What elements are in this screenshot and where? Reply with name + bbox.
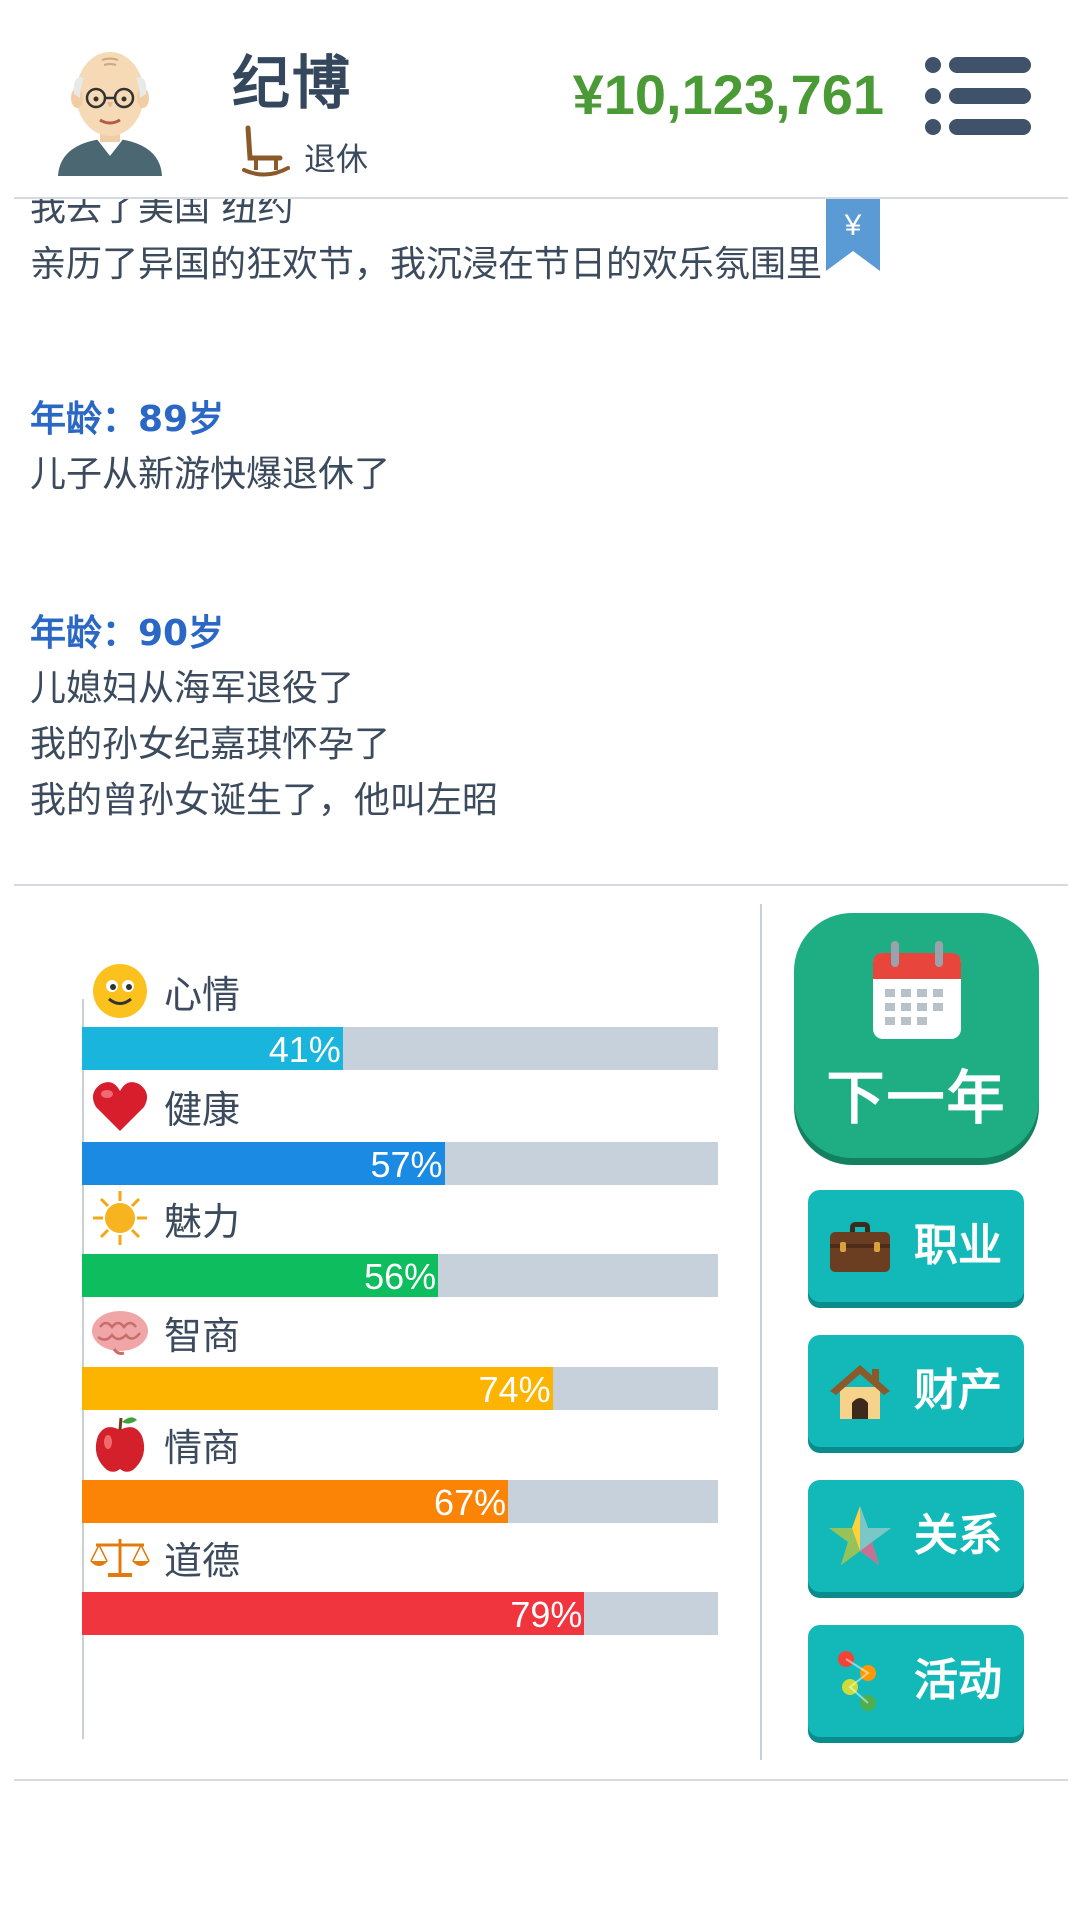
- eq-bar-fill: 67%: [82, 1480, 509, 1523]
- finance-bookmark[interactable]: ¥: [826, 199, 880, 271]
- stat-row-morality: 道德: [90, 1527, 240, 1587]
- log-line: 我的孙女纪嘉琪怀孕了: [30, 724, 391, 765]
- iq-bar-fill: 74%: [82, 1367, 553, 1410]
- header: 纪博 退休 ¥10,123,761: [0, 0, 1080, 198]
- health-value: 57%: [370, 1144, 443, 1185]
- stat-row-health: 健康: [90, 1076, 240, 1136]
- next-year-label: 下一年: [826, 1064, 1007, 1132]
- mood-value: 41%: [268, 1029, 341, 1070]
- relations-button[interactable]: 关系: [808, 1480, 1024, 1592]
- house-icon: [830, 1365, 890, 1419]
- morality-bar-fill: 79%: [82, 1592, 585, 1635]
- iq-bar: 74%: [82, 1367, 718, 1410]
- log-line: 亲历了异国的狂欢节，我沉浸在节日的欢乐氛围里: [30, 244, 823, 285]
- eq-bar: 67%: [82, 1480, 718, 1523]
- eq-value: 67%: [434, 1482, 507, 1523]
- log-line: 儿子从新游快爆退休了: [30, 454, 391, 495]
- relations-label: 关系: [914, 1510, 1002, 1561]
- charm-value: 56%: [364, 1256, 437, 1297]
- attribute-panel: 心情 41% 健康 57% 魅力 56% 智商 74% 情商 67% 道德 79…: [0, 886, 762, 1766]
- mood-bar-fill: 41%: [82, 1027, 343, 1070]
- morality-bar: 79%: [82, 1592, 718, 1635]
- charm-bar: 56%: [82, 1254, 718, 1297]
- career-button[interactable]: 职业: [808, 1190, 1024, 1302]
- yen-icon: ¥: [844, 209, 862, 242]
- briefcase-icon: [830, 1222, 890, 1272]
- rocking-chair-icon: [242, 125, 290, 177]
- stat-row-iq: 智商: [90, 1302, 240, 1362]
- age-heading: 年龄：89岁: [30, 399, 225, 440]
- star-icon: [829, 1506, 891, 1565]
- brain-icon: [90, 1302, 150, 1362]
- assets-button[interactable]: 财产: [808, 1335, 1024, 1447]
- stat-name: 智商: [164, 1313, 241, 1358]
- calendar-icon: [873, 941, 961, 1039]
- morality-value: 79%: [510, 1594, 583, 1635]
- menu-button[interactable]: [925, 56, 1031, 136]
- stat-name: 道德: [164, 1538, 241, 1583]
- stat-name: 魅力: [164, 1199, 241, 1244]
- age-heading: 年龄：90岁: [30, 613, 225, 654]
- iq-value: 74%: [478, 1369, 551, 1410]
- activity-dots-icon: [838, 1651, 876, 1711]
- mood-bar: 41%: [82, 1027, 718, 1070]
- status-label: 退休: [304, 140, 369, 178]
- money-balance: ¥10,123,761: [572, 63, 884, 126]
- bottom-divider: [14, 1779, 1068, 1781]
- stat-row-mood: 心情: [90, 961, 240, 1021]
- activities-label: 活动: [914, 1655, 1002, 1706]
- life-event-log[interactable]: 我去了美国 纽约 亲历了异国的狂欢节，我沉浸在节日的欢乐氛围里 年龄：89岁 儿…: [0, 199, 1080, 884]
- smiley-icon: [90, 961, 150, 1021]
- apple-icon: [90, 1414, 150, 1474]
- activities-button[interactable]: 活动: [808, 1625, 1024, 1737]
- sun-icon: [90, 1188, 150, 1248]
- scales-icon: [90, 1527, 150, 1587]
- log-line: 儿媳妇从海军退役了: [30, 668, 355, 709]
- health-bar-fill: 57%: [82, 1142, 445, 1185]
- assets-label: 财产: [914, 1365, 1002, 1416]
- stat-name: 情商: [164, 1425, 241, 1470]
- stat-row-eq: 情商: [90, 1414, 240, 1474]
- charm-bar-fill: 56%: [82, 1254, 439, 1297]
- career-label: 职业: [914, 1220, 1002, 1271]
- panel-separator: [760, 904, 762, 1760]
- stat-name: 健康: [164, 1087, 241, 1132]
- player-name: 纪博: [232, 49, 353, 117]
- heart-icon: [90, 1076, 150, 1136]
- health-bar: 57%: [82, 1142, 718, 1185]
- life-status: 退休: [240, 122, 368, 182]
- stat-row-charm: 魅力: [90, 1188, 240, 1248]
- next-year-button[interactable]: 下一年: [794, 913, 1039, 1158]
- stat-name: 心情: [164, 972, 241, 1017]
- log-line: 我的曾孙女诞生了，他叫左昭: [30, 780, 499, 821]
- elderly-man-avatar[interactable]: [50, 38, 170, 178]
- log-line: 我去了美国 纽约: [30, 199, 294, 229]
- hamburger-menu-icon: [925, 57, 1031, 135]
